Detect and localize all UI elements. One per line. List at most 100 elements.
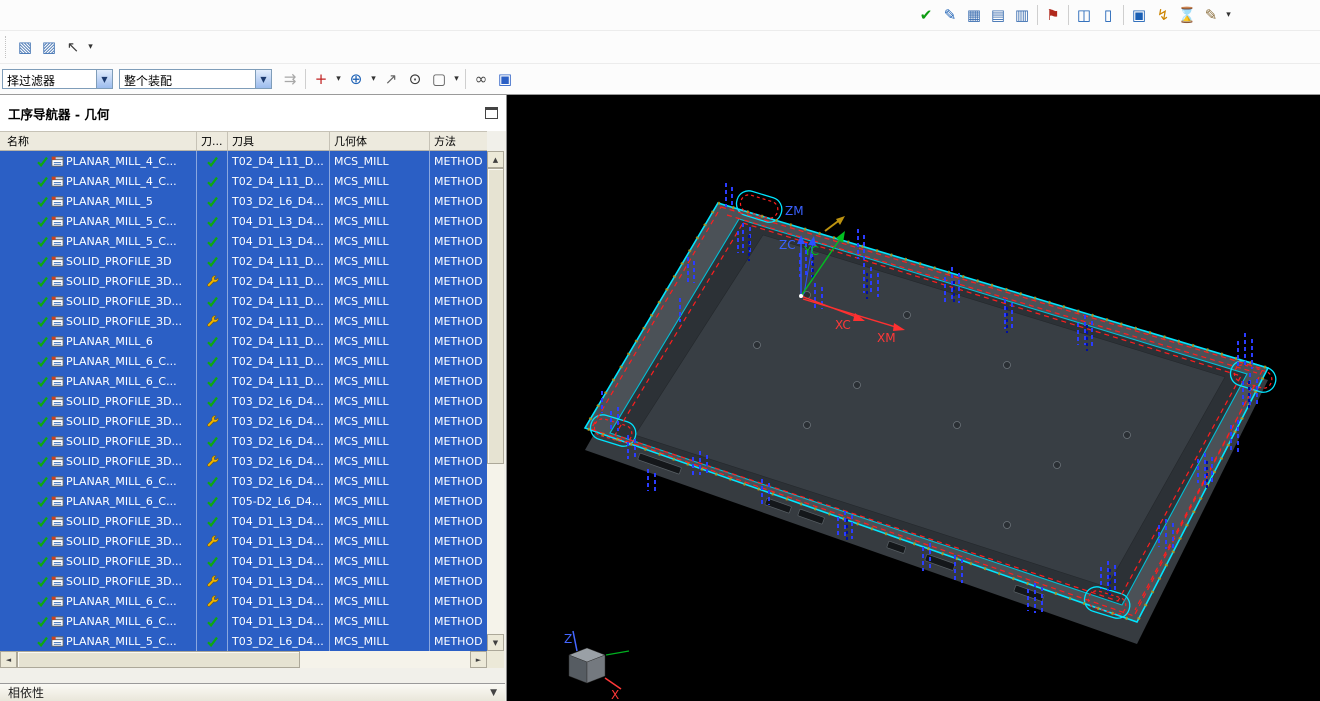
column-header-method[interactable]: 方法 xyxy=(430,132,487,150)
operation-name: SOLID_PROFILE_3D... xyxy=(64,431,197,451)
SOLID_PROFILE_3D...[interactable]: SOLID_PROFILE_3D... T03_D2_L6_D4... MCS_… xyxy=(0,431,487,451)
navigator-view-icon[interactable]: ▧ xyxy=(13,35,37,59)
PLANAR_MILL_4_C...[interactable]: PLANAR_MILL_4_C... T02_D4_L11_D... MCS_M… xyxy=(0,171,487,191)
dependencies-title: 相依性 xyxy=(8,686,45,700)
column-header-geometry[interactable]: 几何体 xyxy=(330,132,430,150)
point-dialog-icon[interactable]: ⊕ xyxy=(344,67,368,91)
view-glasses-icon[interactable]: ∞ xyxy=(469,67,493,91)
SOLID_PROFILE_3D...[interactable]: SOLID_PROFILE_3D... T04_D1_L3_D4... MCS_… xyxy=(0,551,487,571)
toolpath-visualize-icon[interactable]: ◫ xyxy=(1072,3,1096,27)
assembly-scope-combo[interactable]: 整个装配 ▼ xyxy=(119,69,272,89)
column-header-toolpath[interactable]: 刀... xyxy=(197,132,228,150)
SOLID_PROFILE_3D[interactable]: SOLID_PROFILE_3D T02_D4_L11_D... MCS_MIL… xyxy=(0,251,487,271)
simulate-toolpath-icon[interactable]: ✎ xyxy=(938,3,962,27)
dropdown-arrow-icon[interactable]: ▾ xyxy=(333,67,344,91)
float-panel-icon[interactable] xyxy=(485,107,498,119)
PLANAR_MILL_6_C...[interactable]: PLANAR_MILL_6_C... T02_D4_L11_D... MCS_M… xyxy=(0,371,487,391)
geometry-cell: MCS_MILL xyxy=(330,431,430,451)
row-check-icon xyxy=(37,616,48,627)
tool-cell: T04_D1_L3_D4... xyxy=(228,531,330,551)
viewport-canvas[interactable]: ZM ZC YC XC XM Z X xyxy=(507,95,1320,701)
toolpath-status-icon xyxy=(197,611,228,631)
toolpath-status-icon xyxy=(197,151,228,171)
machining-time-icon[interactable]: ⌛ xyxy=(1175,3,1199,27)
operation-name: SOLID_PROFILE_3D... xyxy=(64,411,197,431)
toolbar-grip[interactable] xyxy=(5,36,9,58)
geometry-view-icon[interactable]: ▥ xyxy=(1010,3,1034,27)
method-cell: METHOD xyxy=(434,414,483,428)
machine-tool-view-icon[interactable]: ▤ xyxy=(986,3,1010,27)
flag-icon[interactable]: ⚑ xyxy=(1041,3,1065,27)
PLANAR_MILL_6_C...[interactable]: PLANAR_MILL_6_C... T04_D1_L3_D4... MCS_M… xyxy=(0,591,487,611)
SOLID_PROFILE_3D...[interactable]: SOLID_PROFILE_3D... T02_D4_L11_D... MCS_… xyxy=(0,311,487,331)
column-header-name[interactable]: 名称 xyxy=(0,132,197,150)
SOLID_PROFILE_3D...[interactable]: SOLID_PROFILE_3D... T03_D2_L6_D4... MCS_… xyxy=(0,391,487,411)
SOLID_PROFILE_3D...[interactable]: SOLID_PROFILE_3D... T03_D2_L6_D4... MCS_… xyxy=(0,411,487,431)
collapse-chevron-icon[interactable]: ▼ xyxy=(490,688,497,698)
dropdown-arrow-icon[interactable]: ▾ xyxy=(85,35,96,59)
combo-dropdown-icon[interactable]: ▼ xyxy=(255,70,271,88)
operation-icon xyxy=(51,155,64,167)
snap-point-icon[interactable]: + xyxy=(309,67,333,91)
horizontal-scroll-thumb[interactable] xyxy=(17,651,300,668)
scroll-down-icon[interactable]: ▼ xyxy=(487,634,504,651)
toolpath-status-icon xyxy=(197,271,228,291)
filter-link-icon-disabled[interactable]: ⇉ xyxy=(278,67,302,91)
selection-cursor-icon[interactable]: ↖ xyxy=(61,35,85,59)
vertical-scrollbar[interactable]: ▲ ▼ xyxy=(487,151,504,651)
verify-toolpath-icon[interactable]: ✔ xyxy=(914,3,938,27)
PLANAR_MILL_5_C...[interactable]: PLANAR_MILL_5_C... T04_D1_L3_D4... MCS_M… xyxy=(0,211,487,231)
scroll-up-icon[interactable]: ▲ xyxy=(487,151,504,168)
operation-name: PLANAR_MILL_6_C... xyxy=(64,471,197,491)
dependencies-section-bar[interactable]: 相依性 ▼ xyxy=(0,683,505,701)
status-check-icon xyxy=(206,236,218,247)
vertical-scroll-thumb[interactable] xyxy=(487,168,504,464)
tool-cell: T04_D1_L3_D4... xyxy=(228,211,330,231)
shop-documentation-icon[interactable]: ✎ xyxy=(1199,3,1223,27)
laptop-part-model[interactable] xyxy=(584,202,1269,644)
selection-filter-combo[interactable]: 择过滤器 ▼ xyxy=(2,69,113,89)
measure-distance-icon[interactable]: ↗ xyxy=(379,67,403,91)
SOLID_PROFILE_3D...[interactable]: SOLID_PROFILE_3D... T02_D4_L11_D... MCS_… xyxy=(0,291,487,311)
SOLID_PROFILE_3D...[interactable]: SOLID_PROFILE_3D... T04_D1_L3_D4... MCS_… xyxy=(0,571,487,591)
SOLID_PROFILE_3D...[interactable]: SOLID_PROFILE_3D... T04_D1_L3_D4... MCS_… xyxy=(0,531,487,551)
geometry-cell: MCS_MILL xyxy=(330,231,430,251)
geometry-cell: MCS_MILL xyxy=(330,451,430,471)
scroll-left-icon[interactable]: ◄ xyxy=(0,651,17,668)
horizontal-scrollbar[interactable]: ◄ ► xyxy=(0,651,487,668)
PLANAR_MILL_6[interactable]: PLANAR_MILL_6 T02_D4_L11_D... MCS_MILL M… xyxy=(0,331,487,351)
PLANAR_MILL_6_C...[interactable]: PLANAR_MILL_6_C... T03_D2_L6_D4... MCS_M… xyxy=(0,471,487,491)
geometry-cell: MCS_MILL xyxy=(330,491,430,511)
toolpath-status-icon xyxy=(197,191,228,211)
SOLID_PROFILE_3D...[interactable]: SOLID_PROFILE_3D... T04_D1_L3_D4... MCS_… xyxy=(0,511,487,531)
scroll-right-icon[interactable]: ► xyxy=(470,651,487,668)
PLANAR_MILL_6_C...[interactable]: PLANAR_MILL_6_C... T02_D4_L11_D... MCS_M… xyxy=(0,351,487,371)
tool-cell: T02_D4_L11_D... xyxy=(228,271,330,291)
export-table-icon[interactable]: ▨ xyxy=(37,35,61,59)
SOLID_PROFILE_3D...[interactable]: SOLID_PROFILE_3D... T03_D2_L6_D4... MCS_… xyxy=(0,451,487,471)
graphics-viewport[interactable]: ZM ZC YC XC XM Z X xyxy=(507,95,1320,701)
view-triad[interactable]: Z X xyxy=(564,630,630,701)
shaded-display-icon[interactable]: ▣ xyxy=(493,67,517,91)
PLANAR_MILL_4_C...[interactable]: PLANAR_MILL_4_C... T02_D4_L11_D... MCS_M… xyxy=(0,151,487,171)
operation-name: PLANAR_MILL_6_C... xyxy=(64,351,197,371)
SOLID_PROFILE_3D...[interactable]: SOLID_PROFILE_3D... T02_D4_L11_D... MCS_… xyxy=(0,271,487,291)
PLANAR_MILL_6_C...[interactable]: PLANAR_MILL_6_C... T04_D1_L3_D4... MCS_M… xyxy=(0,611,487,631)
method-cell: METHOD xyxy=(434,494,483,508)
postprocess-icon[interactable]: ↯ xyxy=(1151,3,1175,27)
row-check-icon xyxy=(37,176,48,187)
listing-window-icon[interactable]: ▯ xyxy=(1096,3,1120,27)
datum-point-icon[interactable]: ⊙ xyxy=(403,67,427,91)
combo-dropdown-icon[interactable]: ▼ xyxy=(96,70,112,88)
dropdown-arrow-icon[interactable]: ▾ xyxy=(368,67,379,91)
program-order-view-icon[interactable]: ▦ xyxy=(962,3,986,27)
PLANAR_MILL_5[interactable]: PLANAR_MILL_5 T03_D2_L6_D4... MCS_MILL M… xyxy=(0,191,487,211)
copy-listing-icon[interactable]: ▣ xyxy=(1127,3,1151,27)
PLANAR_MILL_6_C...[interactable]: PLANAR_MILL_6_C... T05-D2_L6_D4... MCS_M… xyxy=(0,491,487,511)
dropdown-arrow-icon[interactable]: ▾ xyxy=(451,67,462,91)
column-header-tool[interactable]: 刀具 xyxy=(228,132,330,150)
dropdown-arrow-icon[interactable]: ▾ xyxy=(1223,3,1234,27)
PLANAR_MILL_5_C...[interactable]: PLANAR_MILL_5_C... T04_D1_L3_D4... MCS_M… xyxy=(0,231,487,251)
PLANAR_MILL_5_C...[interactable]: PLANAR_MILL_5_C... T03_D2_L6_D4... MCS_M… xyxy=(0,631,487,651)
rectangle-select-icon[interactable]: ▢ xyxy=(427,67,451,91)
